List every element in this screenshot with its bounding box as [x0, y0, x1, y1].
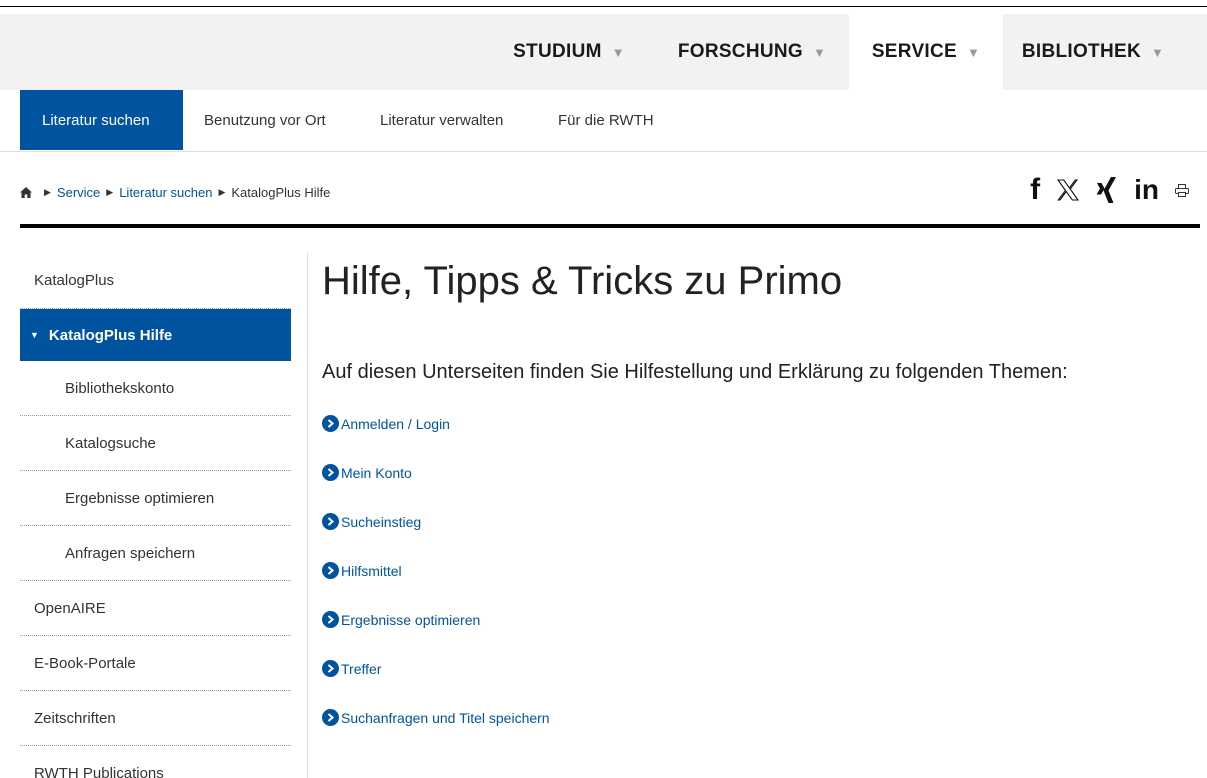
chevron-circle-right-icon [322, 709, 339, 726]
nav-bibliothek[interactable]: BIBLIOTHEK ▼ [1003, 14, 1183, 90]
sidebar-item-label: Zeitschriften [34, 709, 116, 727]
nav-forschung[interactable]: FORSCHUNG ▼ [662, 14, 842, 90]
sidebar-item-katalogsuche[interactable]: Katalogsuche [20, 416, 291, 471]
breadcrumb-separator-icon: ▶ [218, 186, 226, 197]
subnav-literatur-verwalten[interactable]: Literatur verwalten [380, 90, 503, 150]
chevron-circle-right-icon [322, 415, 339, 432]
caret-down-icon: ▼ [30, 330, 39, 340]
sidebar-item-label: Katalogsuche [65, 434, 156, 452]
sidebar-item-label: KatalogPlus Hilfe [48, 326, 173, 344]
nav-forschung-label: FORSCHUNG [677, 41, 803, 62]
linkedin-icon[interactable]: in [1134, 174, 1159, 206]
link-anmelden-login[interactable]: Anmelden / Login [322, 399, 1182, 448]
sidebar: KatalogPlus ▼ KatalogPlus Hilfe Biblioth… [20, 253, 291, 778]
sidebar-item-zeitschriften[interactable]: Zeitschriften [20, 691, 291, 746]
link-suchanfragen-und-titel-speichern[interactable]: Suchanfragen und Titel speichern [322, 693, 1182, 742]
nav-studium-label: STUDIUM [513, 41, 602, 62]
link-treffer[interactable]: Treffer [322, 644, 1182, 693]
chevron-circle-right-icon [322, 611, 339, 628]
top-border [0, 6, 1207, 7]
sub-navigation: Literatur suchen Benutzung vor Ort Liter… [0, 90, 1207, 152]
main-content: Hilfe, Tipps & Tricks zu Primo Auf diese… [322, 255, 1182, 742]
chevron-down-icon: ▼ [611, 44, 625, 60]
link-label: Sucheinstieg [341, 513, 422, 530]
intro-text: Auf diesen Unterseiten finden Sie Hilfes… [322, 361, 1068, 383]
chevron-circle-right-icon [322, 660, 339, 677]
sidebar-item-katalogplus-hilfe[interactable]: ▼ KatalogPlus Hilfe [20, 309, 291, 361]
sidebar-item-label: E-Book-Portale [34, 654, 136, 672]
topic-link-list: Anmelden / Login Mein Konto Sucheinstieg… [322, 399, 1182, 742]
subnav-benutzung-vor-ort[interactable]: Benutzung vor Ort [204, 90, 326, 150]
link-sucheinstieg[interactable]: Sucheinstieg [322, 497, 1182, 546]
link-label: Ergebnisse optimieren [341, 611, 481, 628]
sidebar-item-openaire[interactable]: OpenAIRE [20, 581, 291, 636]
link-label: Hilfsmittel [341, 562, 402, 579]
print-icon[interactable] [1175, 183, 1189, 197]
breadcrumb-literatur-suchen[interactable]: Literatur suchen [119, 185, 212, 200]
nav-bibliothek-label: BIBLIOTHEK [1021, 41, 1141, 62]
sidebar-item-katalogplus[interactable]: KatalogPlus [20, 253, 291, 309]
chevron-down-icon: ▼ [812, 44, 827, 60]
nav-service[interactable]: SERVICE ▼ [849, 14, 1003, 90]
x-twitter-icon[interactable] [1056, 178, 1080, 202]
xing-icon[interactable] [1096, 177, 1118, 203]
home-icon[interactable] [20, 186, 32, 198]
link-mein-konto[interactable]: Mein Konto [322, 448, 1182, 497]
subnav-fuer-die-rwth[interactable]: Für die RWTH [558, 90, 654, 150]
link-ergebnisse-optimieren[interactable]: Ergebnisse optimieren [322, 595, 1182, 644]
facebook-icon[interactable]: f [1030, 173, 1040, 207]
chevron-circle-right-icon [322, 464, 339, 481]
nav-studium[interactable]: STUDIUM ▼ [500, 14, 638, 90]
chevron-down-icon: ▼ [967, 44, 981, 60]
chevron-circle-right-icon [322, 562, 339, 579]
sidebar-item-label: RWTH Publications [34, 765, 164, 778]
breadcrumb-current: KatalogPlus Hilfe [231, 184, 331, 200]
sidebar-item-bibliothekskonto[interactable]: Bibliothekskonto [20, 361, 291, 416]
link-label: Suchanfragen und Titel speichern [341, 709, 550, 726]
subnav-literatur-suchen[interactable]: Literatur suchen [20, 90, 183, 150]
link-label: Treffer [341, 660, 382, 677]
header-divider [20, 224, 1200, 228]
page-title: Hilfe, Tipps & Tricks zu Primo [322, 259, 843, 303]
sidebar-item-label: Ergebnisse optimieren [65, 489, 215, 507]
sidebar-item-ergebnisse-optimieren[interactable]: Ergebnisse optimieren [20, 471, 291, 526]
nav-service-label: SERVICE [871, 41, 957, 62]
breadcrumb-separator-icon: ▶ [106, 186, 114, 197]
breadcrumb-service[interactable]: Service [57, 185, 100, 200]
sidebar-item-label: KatalogPlus [34, 272, 115, 289]
link-label: Mein Konto [341, 464, 412, 481]
main-navigation: STUDIUM ▼ FORSCHUNG ▼ SERVICE ▼ BIBLIOTH… [0, 14, 1207, 90]
chevron-circle-right-icon [322, 513, 339, 530]
link-label: Anmelden / Login [341, 415, 450, 432]
chevron-down-icon: ▼ [1150, 44, 1165, 60]
social-share-bar: f in [1014, 172, 1189, 208]
sidebar-item-rwth-publications[interactable]: RWTH Publications [20, 746, 291, 778]
sidebar-item-label: Bibliothekskonto [65, 379, 175, 397]
breadcrumb-separator-icon: ▶ [44, 186, 51, 197]
sidebar-item-anfragen-speichern[interactable]: Anfragen speichern [20, 526, 291, 581]
sidebar-item-label: Anfragen speichern [65, 544, 196, 562]
breadcrumb: ▶ Service ▶ Literatur suchen ▶ KatalogPl… [20, 180, 330, 204]
sidebar-item-label: OpenAIRE [34, 599, 106, 617]
sidebar-divider [307, 253, 308, 778]
link-hilfsmittel[interactable]: Hilfsmittel [322, 546, 1182, 595]
sidebar-item-e-book-portale[interactable]: E-Book-Portale [20, 636, 291, 691]
